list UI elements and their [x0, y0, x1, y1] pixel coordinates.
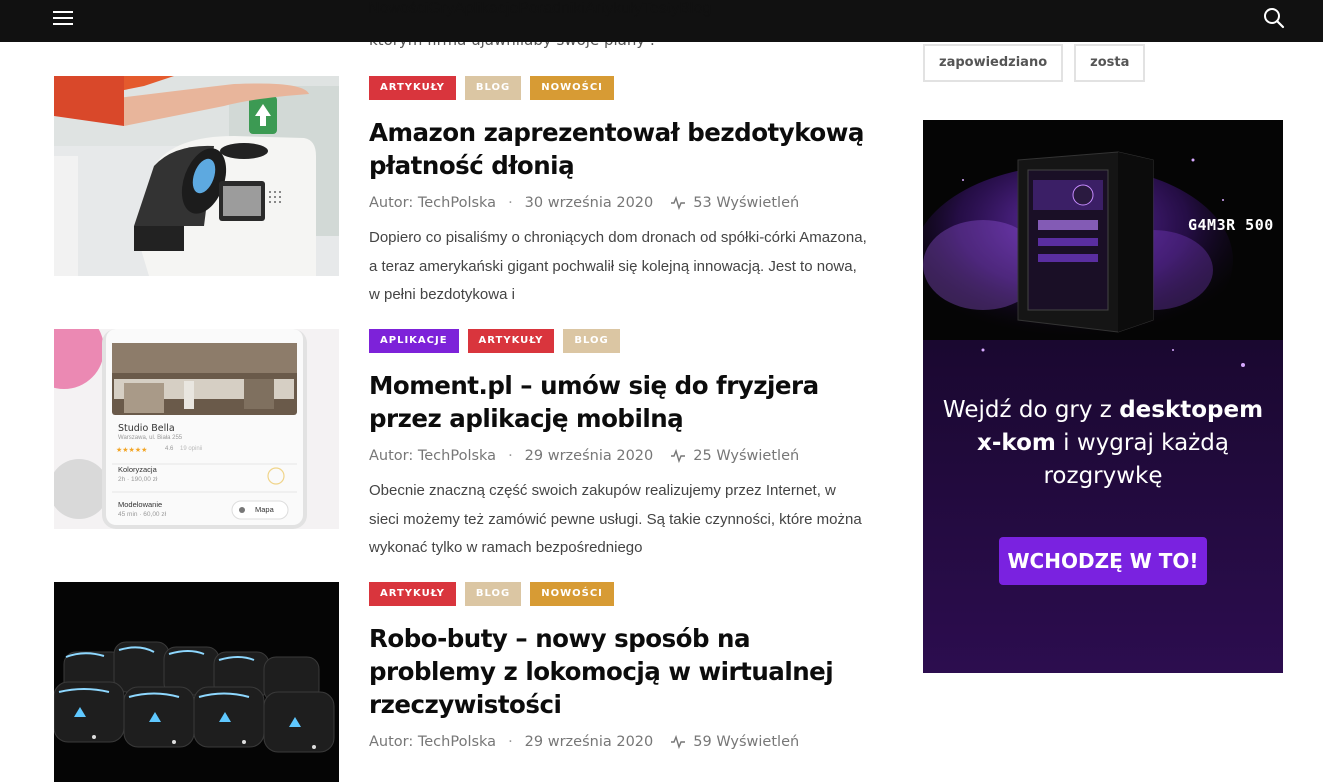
article-title[interactable]: Moment.pl – umów się do fryzjera przez a… — [369, 369, 869, 435]
nav-item-testy[interactable]: Testy — [642, 0, 679, 36]
article-meta: Autor: TechPolska · 29 września 2020 59 … — [369, 734, 869, 750]
article-author[interactable]: Autor: TechPolska — [369, 448, 496, 464]
article-tags: APLIKACJE ARTYKUŁY BLOG — [369, 329, 869, 353]
activity-icon — [671, 735, 686, 749]
thumb-service-1: Koloryzacja — [118, 465, 157, 474]
nav-item-nowosci[interactable]: Nowości — [368, 0, 428, 36]
ad-line2-bold: x-kom — [977, 430, 1056, 456]
article-title[interactable]: Robo-buty – nowy sposób na problemy z lo… — [369, 622, 869, 721]
ad-cta-button[interactable]: WCHODZĘ W TO! — [999, 537, 1207, 585]
thumb-address: Warszawa, ul. Biała 255 — [118, 435, 183, 441]
thumb-service-2-meta: 45 min · 60,00 zł — [118, 511, 167, 518]
activity-icon — [671, 196, 686, 210]
article-meta: Autor: TechPolska · 29 września 2020 25 … — [369, 448, 869, 464]
thumb-studio-name: Studio Bella — [118, 423, 175, 434]
tag-cloud: zapowiedziano zosta — [923, 44, 1146, 82]
nav-item-gry[interactable]: Gry — [428, 0, 454, 36]
article-content: ARTYKUŁY BLOG NOWOŚCI Robo-buty – nowy s… — [369, 582, 869, 750]
tag-artykuly[interactable]: ARTYKUŁY — [369, 76, 456, 100]
menu-icon[interactable] — [53, 9, 73, 27]
tag-aplikacje[interactable]: APLIKACJE — [369, 329, 459, 353]
article-meta: Autor: TechPolska · 30 września 2020 53 … — [369, 195, 869, 211]
ad-headline: Wejdź do gry z desktopem x-kom i wygraj … — [923, 394, 1283, 493]
separator-dot: · — [508, 734, 513, 750]
tag-cloud-item[interactable]: zosta — [1074, 44, 1146, 82]
tag-nowosci[interactable]: NOWOŚCI — [530, 76, 614, 100]
separator-dot: · — [508, 195, 513, 211]
nav-item-blog[interactable]: Blog — [679, 0, 711, 36]
article-thumbnail[interactable] — [54, 582, 339, 782]
tag-artykuly[interactable]: ARTYKUŁY — [467, 329, 555, 353]
activity-icon — [671, 449, 686, 463]
nav-item-poradniki[interactable]: Poradniki — [518, 0, 585, 36]
article-excerpt: Obecnie znaczną część swoich zakupów rea… — [369, 482, 862, 556]
article-content: ARTYKUŁY BLOG NOWOŚCI Amazon zaprezentow… — [369, 76, 869, 310]
ad-line2-plain: i wygraj każdą — [1055, 430, 1229, 456]
top-navbar: Nowości Gry Aplikacje Poradniki Artykuły… — [0, 0, 1323, 42]
article-author[interactable]: Autor: TechPolska — [369, 195, 496, 211]
nav-item-aplikacje[interactable]: Aplikacje — [454, 0, 518, 36]
thumb-rating: 4.6 — [165, 446, 174, 452]
thumb-service-1-meta: 2h · 190,00 zł — [118, 476, 158, 483]
article-content: APLIKACJE ARTYKUŁY BLOG Moment.pl – umów… — [369, 329, 869, 563]
tag-artykuly[interactable]: ARTYKUŁY — [369, 582, 456, 606]
tag-cloud-item[interactable]: zapowiedziano — [923, 44, 1064, 82]
thumb-opinions: 19 opinii — [180, 446, 203, 452]
article-views: 59 Wyświetleń — [693, 734, 800, 750]
article-thumbnail[interactable] — [54, 76, 339, 276]
ad-line3: rozgrywkę — [1043, 463, 1163, 489]
ad-line1-bold: desktopem — [1119, 397, 1264, 423]
article-excerpt: Dopiero co pisaliśmy o chroniących dom d… — [369, 229, 867, 303]
article-date: 30 września 2020 — [524, 195, 654, 211]
article-author[interactable]: Autor: TechPolska — [369, 734, 496, 750]
separator-dot: · — [508, 448, 513, 464]
nav-item-artykuly[interactable]: Artykuły — [585, 0, 642, 36]
sidebar-ad-banner[interactable]: G4M3R 500 Wejdź do gry z desktopem x-kom… — [923, 120, 1283, 673]
article-views: 53 Wyświetleń — [693, 195, 800, 211]
main-nav: Nowości Gry Aplikacje Poradniki Artykuły… — [368, 0, 711, 36]
thumb-service-2: Modelowanie — [118, 500, 163, 509]
search-icon[interactable] — [1263, 7, 1285, 29]
article-thumbnail[interactable]: ★★★★★ Studio Bella Warszawa, ul. Biała 2… — [54, 329, 339, 529]
tag-blog[interactable]: BLOG — [464, 76, 522, 100]
thumb-map-label: Mapa — [255, 505, 274, 514]
article-date: 29 września 2020 — [524, 448, 654, 464]
article-views: 25 Wyświetleń — [693, 448, 800, 464]
article-title[interactable]: Amazon zaprezentował bezdotykową płatnoś… — [369, 116, 869, 182]
svg-text:★★★★★: ★★★★★ — [116, 446, 147, 454]
article-tags: ARTYKUŁY BLOG NOWOŚCI — [369, 582, 869, 606]
ad-line1-plain: Wejdź do gry z — [942, 397, 1120, 423]
tag-blog[interactable]: BLOG — [464, 582, 522, 606]
ad-brand-label: G4M3R 500 — [1188, 216, 1274, 234]
article-date: 29 września 2020 — [524, 734, 654, 750]
article-tags: ARTYKUŁY BLOG NOWOŚCI — [369, 76, 869, 100]
tag-nowosci[interactable]: NOWOŚCI — [530, 582, 614, 606]
tag-blog[interactable]: BLOG — [563, 329, 620, 353]
